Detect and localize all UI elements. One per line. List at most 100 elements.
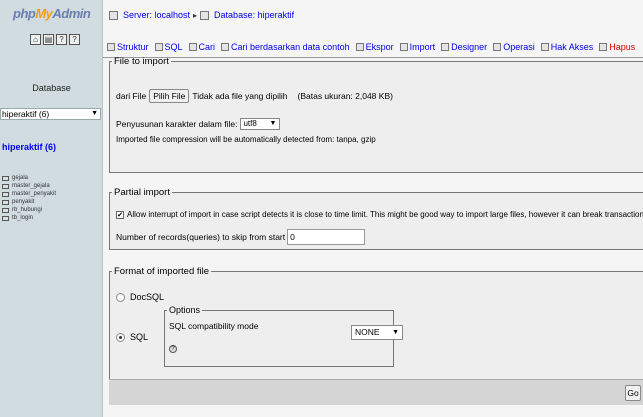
table-item[interactable]: penyakit: [2, 198, 56, 206]
tab-label: Hapus: [609, 42, 636, 52]
sql-docs-icon[interactable]: ?: [69, 34, 80, 45]
options-legend: Options: [169, 305, 201, 315]
logo-admin: Admin: [52, 6, 91, 21]
tab-hapus[interactable]: Hapus: [599, 42, 635, 52]
partial-import-legend: Partial import: [114, 187, 170, 198]
tab-label: Cari berdasarkan data contoh: [231, 42, 350, 52]
tab-ekspor[interactable]: Ekspor: [355, 42, 394, 52]
table-name: master_penyakit: [12, 191, 57, 197]
table-icon: [2, 215, 9, 221]
no-file-text: Tidak ada file yang dipilih: [192, 91, 288, 101]
tab-cari[interactable]: Cari: [188, 42, 216, 52]
table-name: tb_login: [12, 215, 34, 221]
file-to-import-fieldset: File to import dari File Pilih File Tida…: [109, 56, 643, 173]
sql-label: SQL: [130, 332, 149, 342]
chevron-down-icon: ▼: [269, 120, 277, 127]
from-file-label: dari File: [116, 91, 147, 101]
tab-operasi[interactable]: Operasi: [493, 42, 535, 52]
docsql-label: DocSQL: [130, 292, 165, 302]
nav-icon-bar: ⌂ ▤ ? ?: [30, 34, 80, 45]
docsql-option[interactable]: DocSQL: [116, 292, 164, 302]
database-label: Database: [32, 83, 71, 93]
partial-import-fieldset: Partial import ✔ Allow interrupt of impo…: [109, 187, 643, 250]
table-icon: [2, 175, 9, 181]
breadcrumb: Server: localhost ▸ Database: hiperaktif: [109, 10, 294, 20]
tab-hak-akses[interactable]: Hak Akses: [540, 42, 594, 52]
tab-label: Import: [409, 42, 436, 52]
table-name: rb_hubungi: [12, 207, 43, 213]
compat-mode-select[interactable]: NONE ▼: [351, 325, 403, 340]
database-link[interactable]: hiperaktif (6): [2, 142, 56, 152]
table-list: gejala master_gejala master_penyakit pen…: [2, 174, 56, 222]
table-name: master_gejala: [12, 183, 50, 189]
database-select[interactable]: hiperaktif (6) ▼: [0, 108, 101, 120]
allow-interrupt-checkbox[interactable]: ✔: [116, 210, 124, 219]
compat-label: SQL compatibility mode: [169, 321, 259, 331]
export-icon: [355, 43, 364, 51]
help-icon[interactable]: ?: [169, 345, 177, 353]
file-row: dari File Pilih File Tidak ada file yang…: [116, 89, 393, 103]
submit-bar: Go: [109, 379, 643, 405]
table-item[interactable]: master_gejala: [2, 182, 56, 190]
breadcrumb-separator-icon: ▸: [193, 10, 198, 20]
table-item[interactable]: rb_hubungi: [2, 206, 56, 214]
format-fieldset: Format of imported file DocSQL SQL Optio…: [109, 266, 643, 385]
allow-interrupt-row: ✔ Allow interrupt of import in case scri…: [116, 210, 643, 219]
structure-icon: [107, 43, 115, 51]
designer-icon: [441, 43, 450, 51]
charset-value: utf8: [243, 119, 257, 128]
tab-struktur[interactable]: Struktur: [107, 42, 149, 52]
table-name: penyakit: [12, 199, 35, 205]
database-select-value: hiperaktif (6): [2, 109, 50, 119]
query-icon: [221, 43, 230, 51]
breadcrumb-server[interactable]: Server: localhost: [123, 10, 190, 20]
options-fieldset: Options SQL compatibility mode NONE ▼ ?: [164, 305, 403, 367]
go-button[interactable]: Go: [625, 385, 641, 401]
sql-radio[interactable]: [116, 332, 125, 342]
tab-label: Cari: [198, 42, 216, 52]
format-legend: Format of imported file: [114, 266, 210, 277]
compression-note: Imported file compression will be automa…: [116, 135, 376, 144]
chevron-down-icon: ▼: [91, 110, 98, 117]
allow-interrupt-label: Allow interrupt of import in case script…: [127, 210, 643, 219]
database-icon: [200, 10, 210, 20]
docs-icon[interactable]: ?: [56, 34, 67, 45]
charset-label: Penyusunan karakter dalam file:: [116, 119, 238, 129]
phpmyadmin-logo[interactable]: phpMyAdmin: [13, 6, 91, 21]
tab-query-by-example[interactable]: Cari berdasarkan data contoh: [221, 42, 350, 52]
docsql-radio[interactable]: [116, 292, 125, 302]
main-frame: Server: localhost ▸ Database: hiperaktif…: [103, 0, 643, 417]
tab-label: Operasi: [503, 42, 535, 52]
sql-option[interactable]: SQL: [116, 332, 148, 342]
tab-designer[interactable]: Designer: [441, 42, 487, 52]
logo-php: php: [13, 6, 36, 21]
tab-label: Ekspor: [365, 42, 394, 52]
skip-queries-input[interactable]: 0: [287, 229, 366, 245]
table-icon: [2, 199, 9, 205]
tab-sql[interactable]: SQL: [154, 42, 183, 52]
logo-my: My: [35, 6, 53, 21]
table-icon: [2, 191, 9, 197]
query-window-icon[interactable]: ▤: [43, 34, 54, 45]
table-item[interactable]: master_penyakit: [2, 190, 56, 198]
file-to-import-legend: File to import: [114, 56, 169, 67]
table-icon: [2, 207, 9, 213]
drop-icon: [599, 43, 608, 51]
operations-icon: [493, 43, 502, 51]
tab-label: Hak Akses: [550, 42, 594, 52]
breadcrumb-database[interactable]: Database: hiperaktif: [214, 10, 294, 20]
import-icon: [399, 43, 408, 51]
sql-icon: [154, 43, 163, 51]
skip-label: Number of records(queries) to skip from …: [116, 232, 286, 242]
charset-select[interactable]: utf8 ▼: [240, 118, 281, 130]
size-limit-text: (Batas ukuran: 2,048 KB): [297, 91, 393, 101]
tab-bar: Struktur SQL Cari Cari berdasarkan data …: [107, 42, 635, 52]
table-item[interactable]: tb_login: [2, 214, 56, 222]
tab-label: Struktur: [117, 42, 149, 52]
choose-file-button[interactable]: Pilih File: [149, 89, 190, 103]
home-icon[interactable]: ⌂: [30, 34, 41, 45]
tab-import[interactable]: Import: [399, 42, 436, 52]
table-item[interactable]: gejala: [2, 174, 56, 182]
charset-row: Penyusunan karakter dalam file: utf8 ▼: [116, 118, 281, 130]
tab-label: Designer: [451, 42, 488, 52]
